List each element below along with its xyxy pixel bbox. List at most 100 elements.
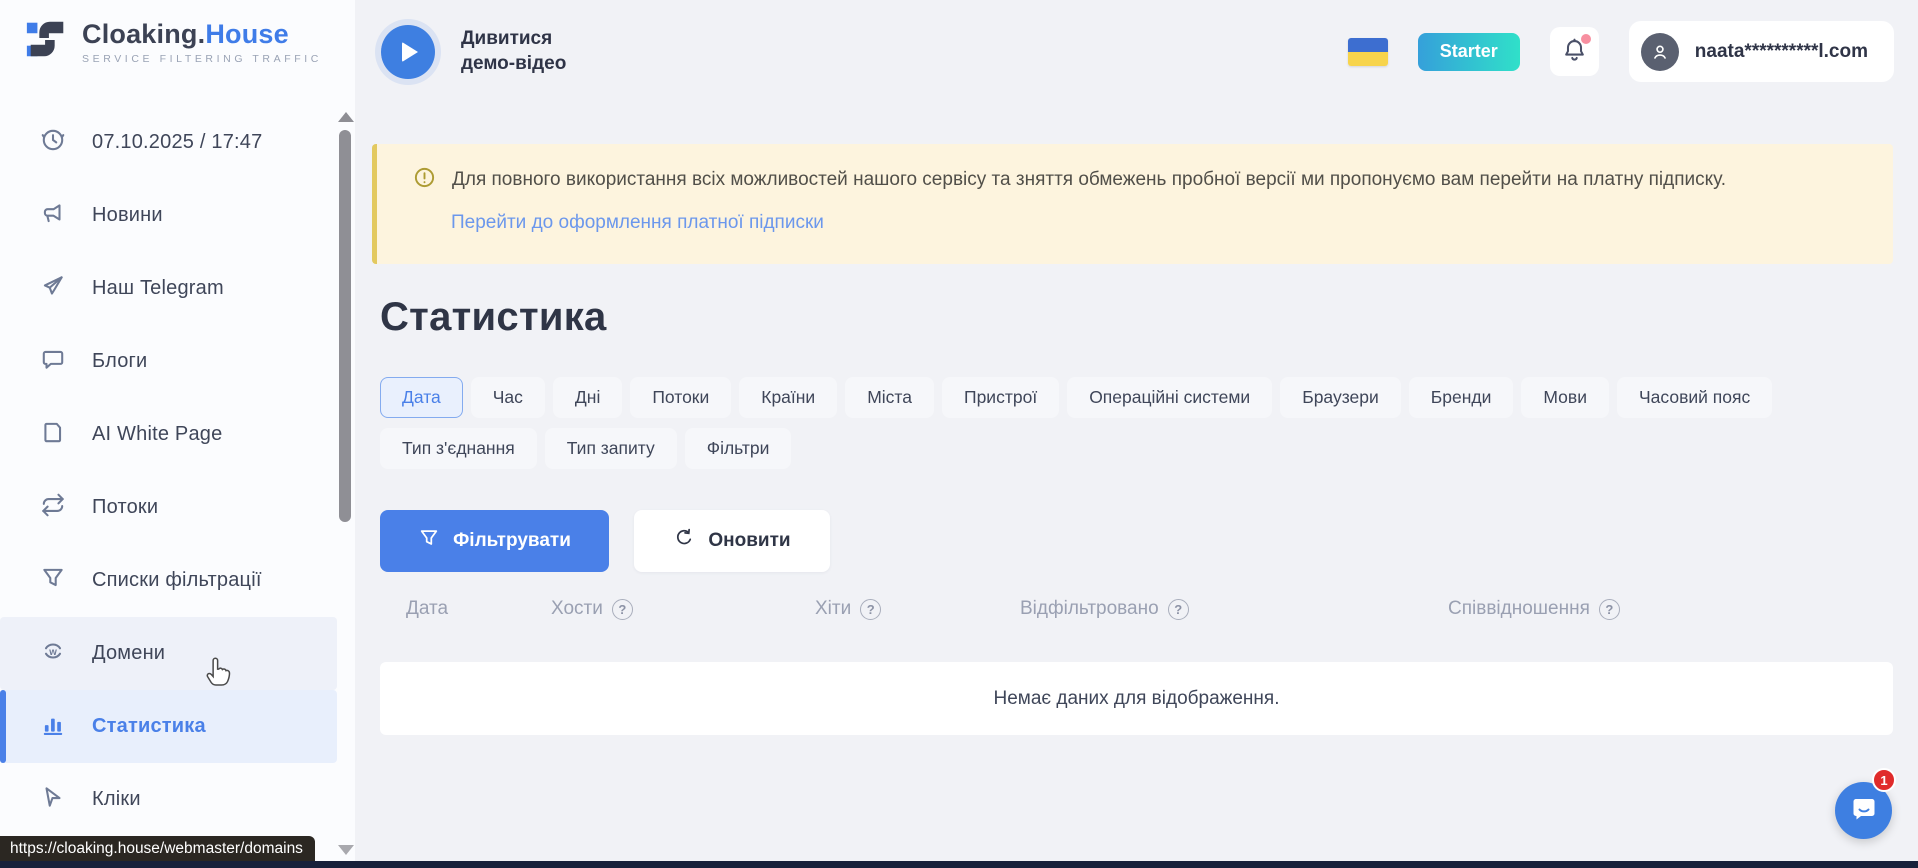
trial-warning-banner: Для повного використання всіх можливосте…: [372, 144, 1893, 264]
empty-state-card: Немає даних для відображення.: [380, 662, 1893, 735]
warning-icon: [413, 166, 436, 194]
sidebar-item-label: Статистика: [92, 715, 206, 738]
sidebar-item-label: Кліки: [92, 788, 141, 811]
sidebar-nav: 07.10.2025 / 17:47 Новини Наш Telegram: [0, 106, 337, 836]
sidebar-item-label: Наш Telegram: [92, 277, 224, 300]
megaphone-icon: [40, 200, 66, 231]
chat-icon: [1849, 793, 1879, 828]
flag-blue-stripe: [1348, 38, 1388, 52]
chip-cities[interactable]: Міста: [845, 377, 934, 418]
sidebar-item-blogs[interactable]: Блоги: [0, 325, 337, 398]
mouse-hand-cursor: [204, 652, 234, 693]
column-header-filtered: Відфільтровано ?: [1020, 598, 1448, 620]
column-header-hosts: Хости ?: [551, 598, 815, 620]
column-label: Дата: [406, 598, 448, 620]
bar-chart-icon: [40, 711, 66, 742]
chip-operating-systems[interactable]: Операційні системи: [1067, 377, 1272, 418]
svg-text:w: w: [48, 647, 57, 658]
banner-message: Для повного використання всіх можливосте…: [452, 166, 1726, 194]
sidebar-item-streams[interactable]: Потоки: [0, 471, 337, 544]
chip-date[interactable]: Дата: [380, 377, 463, 418]
chip-countries[interactable]: Країни: [739, 377, 837, 418]
column-header-hits: Хіти ?: [815, 598, 1020, 620]
sidebar-item-statistics[interactable]: Статистика: [0, 690, 337, 763]
sidebar-item-domains[interactable]: w Домени: [0, 617, 337, 690]
funnel-icon: [40, 565, 66, 596]
stats-table-header: Дата Хости ? Хіти ? Відфільтровано ? Спі…: [380, 598, 1893, 620]
cursor-icon: [40, 784, 66, 815]
demo-video-label[interactable]: Дивитися демо-відео: [461, 27, 591, 76]
help-icon[interactable]: ?: [1599, 599, 1620, 620]
funnel-white-icon: [418, 527, 440, 555]
flag-yellow-stripe: [1348, 52, 1388, 66]
logo-tagline: SERVICE FILTERING TRAFFIC: [82, 53, 322, 65]
logo-text: Cloaking.House SERVICE FILTERING TRAFFIC: [82, 19, 322, 65]
chip-days[interactable]: Дні: [553, 377, 622, 418]
chat-unread-badge: 1: [1872, 768, 1896, 792]
column-label: Співвідношення: [1448, 598, 1590, 620]
chip-streams[interactable]: Потоки: [630, 377, 731, 418]
clock-icon: [40, 127, 66, 158]
logo-mark-icon: [24, 16, 70, 67]
sidebar-item-datetime: 07.10.2025 / 17:47: [0, 106, 337, 179]
chip-connection-type[interactable]: Тип з'єднання: [380, 428, 537, 469]
sidebar-item-clicks[interactable]: Кліки: [0, 763, 337, 836]
plan-starter-button[interactable]: Starter: [1418, 33, 1520, 71]
help-icon[interactable]: ?: [860, 599, 881, 620]
sidebar: Cloaking.House SERVICE FILTERING TRAFFIC…: [0, 0, 355, 868]
brand-name: Cloaking.House: [82, 19, 289, 49]
sidebar-item-ai-white-page[interactable]: AI White Page: [0, 398, 337, 471]
repeat-icon: [40, 492, 66, 523]
refresh-button[interactable]: Оновити: [634, 510, 830, 572]
refresh-icon: [673, 527, 695, 555]
sidebar-item-telegram[interactable]: Наш Telegram: [0, 252, 337, 325]
filter-button-label: Фільтрувати: [453, 530, 571, 552]
column-label: Хіти: [815, 598, 851, 620]
language-flag-ukraine[interactable]: [1348, 38, 1388, 66]
refresh-button-label: Оновити: [708, 530, 790, 552]
sidebar-item-filter-lists[interactable]: Списки фільтрації: [0, 544, 337, 617]
sidebar-item-news[interactable]: Новини: [0, 179, 337, 252]
page-icon: [40, 419, 66, 450]
chip-devices[interactable]: Пристрої: [942, 377, 1059, 418]
chip-brands[interactable]: Бренди: [1409, 377, 1514, 418]
logo[interactable]: Cloaking.House SERVICE FILTERING TRAFFIC: [24, 16, 322, 67]
column-label: Відфільтровано: [1020, 598, 1159, 620]
chip-filters[interactable]: Фільтри: [685, 428, 792, 469]
subscribe-link[interactable]: Перейти до оформлення платної підписки: [451, 212, 824, 234]
notifications-button[interactable]: [1550, 27, 1599, 76]
chip-request-type[interactable]: Тип запиту: [545, 428, 677, 469]
header-right: Starter naata**********l.com: [1348, 0, 1894, 103]
sidebar-datetime-label: 07.10.2025 / 17:47: [92, 131, 262, 154]
filter-button[interactable]: Фільтрувати: [380, 510, 609, 572]
window-bottom-edge: [0, 861, 1918, 868]
avatar: [1641, 33, 1679, 71]
sidebar-item-label: Списки фільтрації: [92, 569, 262, 592]
page-title: Статистика: [380, 295, 607, 340]
domains-icon: w: [40, 638, 66, 669]
play-button[interactable]: [381, 25, 435, 79]
notification-dot: [1581, 34, 1591, 44]
sidebar-item-label: Новини: [92, 204, 163, 227]
play-icon: [402, 42, 418, 62]
filter-chip-group: Дата Час Дні Потоки Країни Міста Пристро…: [380, 377, 1893, 469]
user-account-button[interactable]: naata**********l.com: [1629, 21, 1894, 82]
sidebar-item-label: Домени: [92, 642, 165, 665]
empty-state-text: Немає даних для відображення.: [994, 688, 1280, 710]
chip-languages[interactable]: Мови: [1521, 377, 1609, 418]
scrollbar-down-arrow[interactable]: [338, 845, 354, 855]
chip-browsers[interactable]: Браузери: [1280, 377, 1401, 418]
scrollbar-up-arrow[interactable]: [338, 112, 354, 122]
sidebar-item-label: AI White Page: [92, 423, 222, 446]
app-screen: Cloaking.House SERVICE FILTERING TRAFFIC…: [0, 0, 1918, 868]
scrollbar-thumb[interactable]: [339, 130, 351, 522]
demo-video-group[interactable]: Дивитися демо-відео: [381, 25, 591, 79]
user-email: naata**********l.com: [1695, 41, 1868, 63]
column-header-ratio: Співвідношення ?: [1448, 598, 1893, 620]
chip-time[interactable]: Час: [471, 377, 545, 418]
chip-timezone[interactable]: Часовий пояс: [1617, 377, 1772, 418]
help-icon[interactable]: ?: [1168, 599, 1189, 620]
main-content: Для повного використання всіх можливосте…: [355, 103, 1918, 868]
help-icon[interactable]: ?: [612, 599, 633, 620]
action-buttons: Фільтрувати Оновити: [380, 510, 830, 572]
